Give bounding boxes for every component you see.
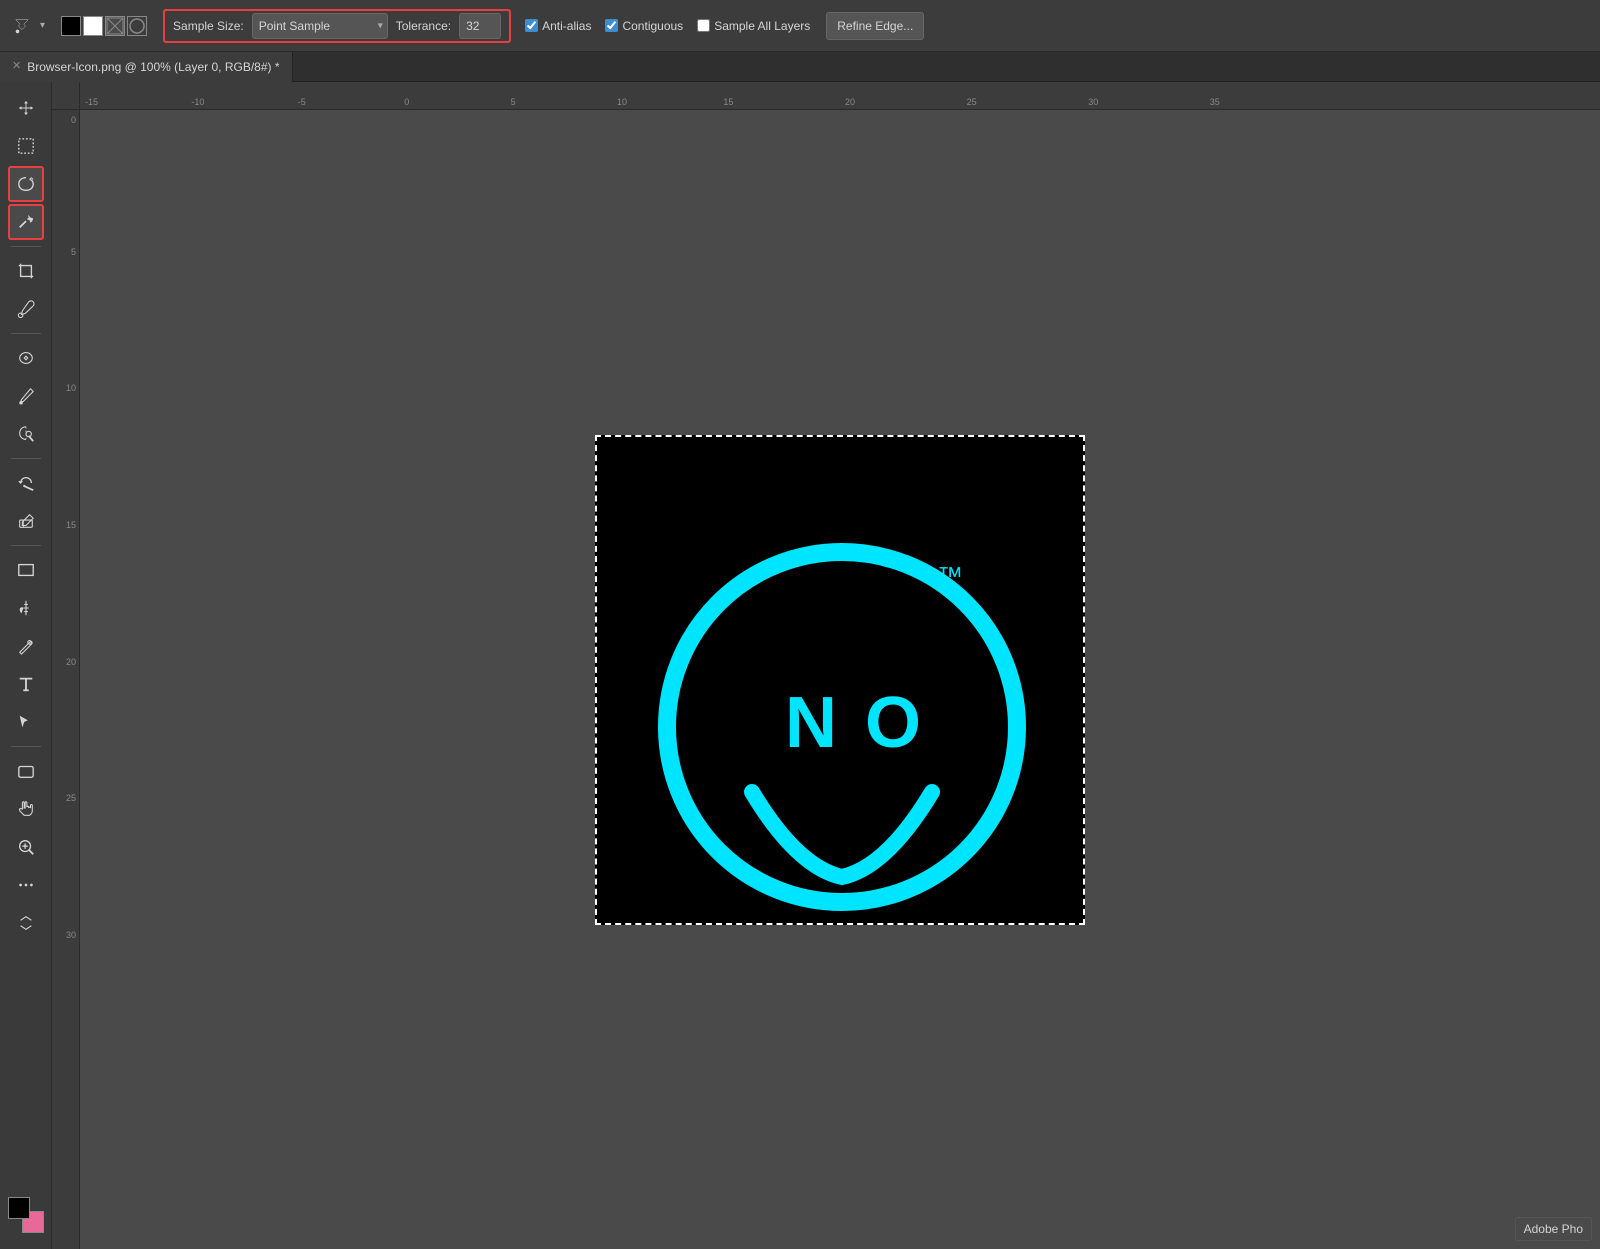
extra-tool[interactable] [8, 905, 44, 941]
main-area: -15 -10 -5 0 5 10 15 20 25 30 35 0 5 10 … [0, 82, 1600, 1249]
tab-title: Browser-Icon.png @ 100% (Layer 0, RGB/8#… [27, 60, 279, 74]
ruler-mark-v: 5 [71, 247, 76, 257]
brush-tool[interactable] [8, 378, 44, 414]
contiguous-checkbox-item[interactable]: Contiguous [605, 19, 683, 33]
ruler-mark: -5 [298, 97, 306, 107]
ruler-mark: 0 [404, 97, 409, 107]
canvas-image[interactable]: ™ N O [595, 435, 1085, 925]
anti-alias-checkbox-item[interactable]: Anti-alias [525, 19, 591, 33]
tolerance-label: Tolerance: [396, 19, 451, 33]
canvas-wrapper: ™ N O [595, 435, 1085, 925]
move-tool[interactable] [8, 90, 44, 126]
left-eye-letter: N [785, 683, 837, 763]
selection-tool[interactable] [8, 128, 44, 164]
fg-bg-color-swatches[interactable] [8, 1197, 44, 1233]
eraser-tool[interactable] [8, 503, 44, 539]
sample-size-label: Sample Size: [173, 19, 244, 33]
canvas-area[interactable]: -15 -10 -5 0 5 10 15 20 25 30 35 0 5 10 … [52, 82, 1600, 1249]
lasso-tool[interactable] [8, 166, 44, 202]
refine-edge-button[interactable]: Refine Edge... [826, 12, 924, 40]
clone-stamp-tool[interactable] [8, 416, 44, 452]
toolbar-separator-5 [11, 746, 41, 747]
zoom-tool[interactable] [8, 829, 44, 865]
toolbar-bg-swatch[interactable] [83, 16, 103, 36]
eyedropper-tool[interactable] [8, 291, 44, 327]
sample-size-select-wrapper: Point Sample 3 by 3 Average 5 by 5 Avera… [252, 13, 388, 39]
tolerance-input[interactable] [459, 13, 501, 39]
foreground-color-swatch[interactable] [8, 1197, 30, 1219]
ruler-top: -15 -10 -5 0 5 10 15 20 25 30 35 [80, 82, 1600, 110]
tool-dropdown-arrow[interactable]: ▾ [40, 20, 45, 31]
anti-alias-label: Anti-alias [542, 19, 591, 33]
ruler-mark-v: 10 [66, 383, 76, 393]
tool-selector-group: ▾ [8, 12, 45, 40]
ruler-mark: 20 [845, 97, 855, 107]
options-bar: Sample Size: Point Sample 3 by 3 Average… [163, 9, 511, 43]
toolbar-circle-swatch[interactable] [127, 16, 147, 36]
tab-close-button[interactable]: ✕ [12, 61, 21, 72]
ruler-mark-v: 0 [71, 115, 76, 125]
shape-tool[interactable] [8, 753, 44, 789]
ruler-mark: 10 [617, 97, 627, 107]
anti-alias-checkbox[interactable] [525, 19, 538, 32]
left-toolbar [0, 82, 52, 1249]
toolbar-separator-3 [11, 458, 41, 459]
hand-tool[interactable] [8, 791, 44, 827]
checkboxes-area: Anti-alias Contiguous Sample All Layers [525, 19, 810, 33]
history-brush-tool[interactable] [8, 465, 44, 501]
ruler-mark: 30 [1088, 97, 1098, 107]
ruler-mark: 35 [1210, 97, 1220, 107]
gradient-tool[interactable] [8, 590, 44, 626]
contiguous-checkbox[interactable] [605, 19, 618, 32]
document-tab[interactable]: ✕ Browser-Icon.png @ 100% (Layer 0, RGB/… [0, 52, 293, 82]
toolbar-fg-swatch[interactable] [61, 16, 81, 36]
ruler-mark-v: 30 [66, 930, 76, 940]
color-swatches-panel [8, 1197, 44, 1241]
ruler-mark-v: 15 [66, 520, 76, 530]
top-toolbar: ▾ Sample Size: Point Sample 3 by 3 Avera… [0, 0, 1600, 52]
toolbar-color-swatches [61, 16, 147, 36]
path-selection-tool[interactable] [8, 704, 44, 740]
ruler-mark: -15 [85, 97, 98, 107]
healing-brush-tool[interactable] [8, 340, 44, 376]
canvas-svg: ™ N O [597, 437, 1085, 925]
ruler-mark: 25 [967, 97, 977, 107]
ruler-mark: 5 [511, 97, 516, 107]
crop-tool[interactable] [8, 253, 44, 289]
sample-all-layers-label: Sample All Layers [714, 19, 810, 33]
more-tools-button[interactable] [8, 867, 44, 903]
sample-all-layers-checkbox[interactable] [697, 19, 710, 32]
ruler-corner [52, 82, 80, 110]
rectangle-tool[interactable] [8, 552, 44, 588]
adobe-badge: Adobe Pho [1515, 1217, 1592, 1241]
eyedropper-tool-icon[interactable] [8, 12, 36, 40]
ruler-mark: 15 [723, 97, 733, 107]
toolbar-separator-4 [11, 545, 41, 546]
pen-tool[interactable] [8, 628, 44, 664]
sample-size-select[interactable]: Point Sample 3 by 3 Average 5 by 5 Avera… [252, 13, 388, 39]
ruler-mark: -10 [191, 97, 204, 107]
ruler-mark-v: 20 [66, 657, 76, 667]
toolbar-extra-swatch[interactable] [105, 16, 125, 36]
toolbar-separator-2 [11, 333, 41, 334]
magic-wand-tool[interactable] [8, 204, 44, 240]
tab-bar: ✕ Browser-Icon.png @ 100% (Layer 0, RGB/… [0, 52, 1600, 82]
ruler-left: 0 5 10 15 20 25 30 [52, 110, 80, 1249]
right-eye-letter: O [865, 683, 921, 763]
type-tool[interactable] [8, 666, 44, 702]
ruler-mark-v: 25 [66, 793, 76, 803]
document-canvas: ™ N O [80, 110, 1600, 1249]
toolbar-separator-1 [11, 246, 41, 247]
adobe-badge-text: Adobe Pho [1524, 1222, 1583, 1236]
contiguous-label: Contiguous [622, 19, 683, 33]
sample-all-layers-checkbox-item[interactable]: Sample All Layers [697, 19, 810, 33]
